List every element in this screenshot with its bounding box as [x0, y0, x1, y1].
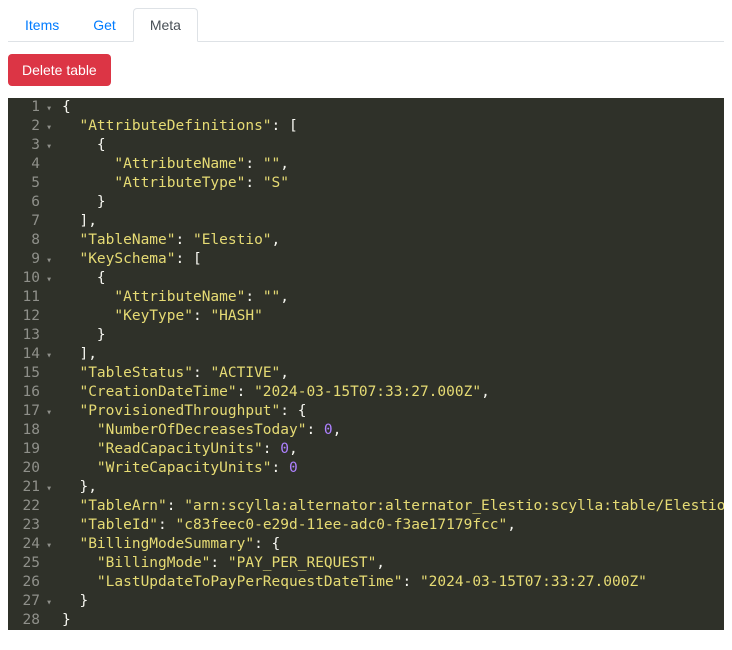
line-gutter: 1234567891011121314151617181920212223242…: [8, 98, 58, 630]
tab-items[interactable]: Items: [8, 8, 76, 42]
tab-meta[interactable]: Meta: [133, 8, 198, 42]
json-editor[interactable]: 1234567891011121314151617181920212223242…: [8, 98, 724, 630]
code-content[interactable]: { "AttributeDefinitions": [ { "Attribute…: [58, 98, 724, 630]
delete-table-button[interactable]: Delete table: [8, 54, 111, 86]
tab-bar: Items Get Meta: [8, 8, 724, 42]
tab-get[interactable]: Get: [76, 8, 133, 42]
toolbar: Delete table: [8, 42, 724, 98]
